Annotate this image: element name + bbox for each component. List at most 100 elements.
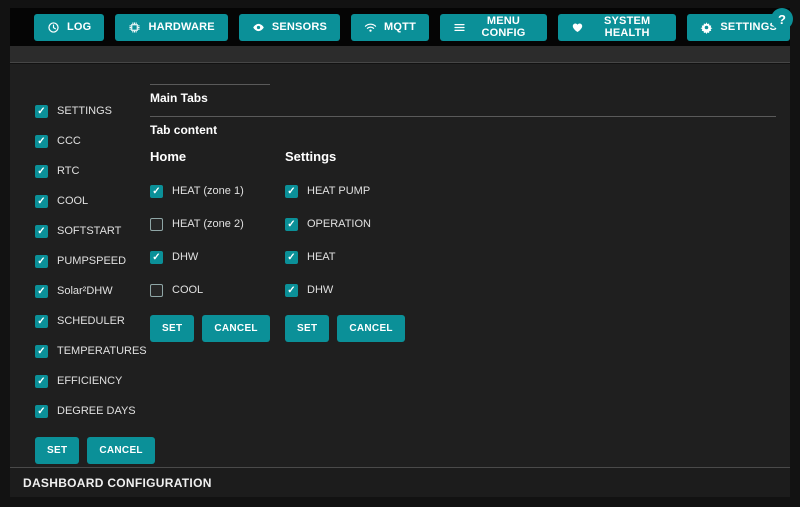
- option-label: SOFTSTART: [57, 225, 122, 237]
- eye-icon: [252, 21, 265, 34]
- checkbox-icon[interactable]: [35, 404, 48, 418]
- home-cancel-button[interactable]: CANCEL: [202, 315, 270, 342]
- sidebar-cancel-button[interactable]: CANCEL: [87, 437, 155, 464]
- sidebar-item-efficiency[interactable]: EFFICIENCY: [35, 374, 145, 388]
- help-button[interactable]: ?: [771, 8, 793, 30]
- settings-set-button[interactable]: SET: [285, 315, 330, 342]
- settings-tab-column: Settings HEAT PUMP OPERATION HEAT DHW SE…: [285, 149, 410, 342]
- settings-option-heat[interactable]: HEAT: [285, 250, 410, 264]
- checkbox-icon[interactable]: [35, 344, 48, 358]
- divider: [150, 84, 270, 85]
- option-label: DHW: [172, 251, 199, 263]
- nav-item-label: SETTINGS: [720, 21, 777, 33]
- wifi-icon: [364, 21, 377, 34]
- option-label: SETTINGS: [57, 105, 113, 117]
- checkbox-icon[interactable]: [285, 184, 298, 198]
- home-actions: SET CANCEL: [150, 315, 275, 342]
- settings-option-dhw[interactable]: DHW: [285, 283, 410, 297]
- option-label: PUMPSPEED: [57, 255, 127, 267]
- sidebar-item-softstart[interactable]: SOFTSTART: [35, 224, 145, 238]
- nav-item-label: SENSORS: [271, 21, 328, 33]
- checkbox-icon[interactable]: [285, 283, 298, 297]
- tab-content-heading: Tab content: [150, 123, 218, 137]
- checkbox-icon[interactable]: [35, 164, 48, 178]
- checkbox-icon[interactable]: [150, 184, 163, 198]
- sidebar-item-temperatures[interactable]: TEMPERATURES: [35, 344, 147, 358]
- sidebar-set-button[interactable]: SET: [35, 437, 80, 464]
- checkbox-icon[interactable]: [35, 224, 48, 238]
- home-option-heat-zone-1[interactable]: HEAT (zone 1): [150, 184, 275, 198]
- settings-option-operation[interactable]: OPERATION: [285, 217, 410, 231]
- checkbox-icon[interactable]: [150, 250, 163, 264]
- option-label: Solar²DHW: [57, 285, 113, 297]
- checkbox-icon[interactable]: [35, 104, 48, 118]
- option-label: HEAT: [307, 251, 336, 263]
- option-label: RTC: [57, 165, 80, 177]
- divider: [150, 116, 776, 117]
- chip-icon: [128, 21, 141, 34]
- nav-item-label: MQTT: [384, 21, 416, 33]
- option-label: COOL: [57, 195, 89, 207]
- sidebar-item-scheduler[interactable]: SCHEDULER: [35, 314, 145, 328]
- main-tabs-heading: Main Tabs: [150, 91, 208, 105]
- option-label: HEAT PUMP: [307, 185, 371, 197]
- option-label: CCC: [57, 135, 81, 147]
- settings-actions: SET CANCEL: [285, 315, 410, 342]
- checkbox-icon[interactable]: [35, 254, 48, 268]
- option-label: SCHEDULER: [57, 315, 125, 327]
- nav-item-mqtt[interactable]: MQTT: [351, 13, 429, 41]
- checkbox-icon[interactable]: [35, 314, 48, 328]
- subheader-band: [10, 46, 790, 63]
- option-label: EFFICIENCY: [57, 375, 123, 387]
- checkbox-icon[interactable]: [285, 250, 298, 264]
- sidebar-item-ccc[interactable]: CCC: [35, 134, 145, 148]
- sidebar-actions: SET CANCEL: [35, 437, 155, 464]
- sidebar-item-rtc[interactable]: RTC: [35, 164, 145, 178]
- option-label: DHW: [307, 284, 334, 296]
- option-label: COOL: [172, 284, 204, 296]
- home-option-dhw[interactable]: DHW: [150, 250, 275, 264]
- nav-item-system-health[interactable]: SYSTEM HEALTH: [557, 13, 677, 41]
- checkbox-icon[interactable]: [150, 217, 163, 231]
- sidebar-item-degree-days[interactable]: DEGREE DAYS: [35, 404, 145, 418]
- option-label: HEAT (zone 2): [172, 218, 244, 230]
- sidebar-item-settings[interactable]: SETTINGS: [35, 104, 145, 118]
- settings-option-heat-pump[interactable]: HEAT PUMP: [285, 184, 410, 198]
- home-column-title: Home: [150, 149, 187, 164]
- nav-item-log[interactable]: LOG: [34, 13, 105, 41]
- nav-item-label: SYSTEM HEALTH: [603, 15, 651, 39]
- checkbox-icon[interactable]: [35, 134, 48, 148]
- gear-icon: [700, 21, 713, 34]
- heart-icon: [571, 21, 584, 34]
- option-label: OPERATION: [307, 218, 371, 230]
- nav-item-sensors[interactable]: SENSORS: [238, 13, 341, 41]
- home-set-button[interactable]: SET: [150, 315, 195, 342]
- main-content: Main Tabs Tab content SETTINGS CCC RTC C…: [10, 64, 790, 497]
- nav-item-label: LOG: [67, 21, 92, 33]
- nav-item-label: HARDWARE: [148, 21, 215, 33]
- checkbox-icon[interactable]: [35, 374, 48, 388]
- option-label: HEAT (zone 1): [172, 185, 244, 197]
- option-label: TEMPERATURES: [57, 345, 147, 357]
- checkbox-icon[interactable]: [285, 217, 298, 231]
- top-navbar: LOG HARDWARE SENSORS MQTT MENU CONFIG SY…: [10, 8, 790, 46]
- clock-icon: [47, 21, 60, 34]
- footer-title: DASHBOARD CONFIGURATION: [23, 475, 212, 490]
- menu-icon: [453, 21, 466, 34]
- home-option-cool[interactable]: COOL: [150, 283, 275, 297]
- footer-bar: DASHBOARD CONFIGURATION: [10, 467, 790, 497]
- home-option-heat-zone-2[interactable]: HEAT (zone 2): [150, 217, 275, 231]
- home-tab-column: Home HEAT (zone 1) HEAT (zone 2) DHW COO…: [150, 149, 275, 342]
- settings-column-title: Settings: [285, 149, 337, 164]
- nav-item-menu-config[interactable]: MENU CONFIG: [440, 13, 547, 41]
- settings-cancel-button[interactable]: CANCEL: [337, 315, 405, 342]
- sidebar-item-cool[interactable]: COOL: [35, 194, 145, 208]
- nav-item-hardware[interactable]: HARDWARE: [115, 13, 228, 41]
- sidebar-item-solar2dhw[interactable]: Solar²DHW: [35, 284, 145, 298]
- sidebar-item-pumpspeed[interactable]: PUMPSPEED: [35, 254, 145, 268]
- checkbox-icon[interactable]: [35, 194, 48, 208]
- nav-item-label: MENU CONFIG: [481, 15, 526, 39]
- option-label: DEGREE DAYS: [57, 405, 136, 417]
- checkbox-icon[interactable]: [150, 283, 163, 297]
- checkbox-icon[interactable]: [35, 284, 48, 298]
